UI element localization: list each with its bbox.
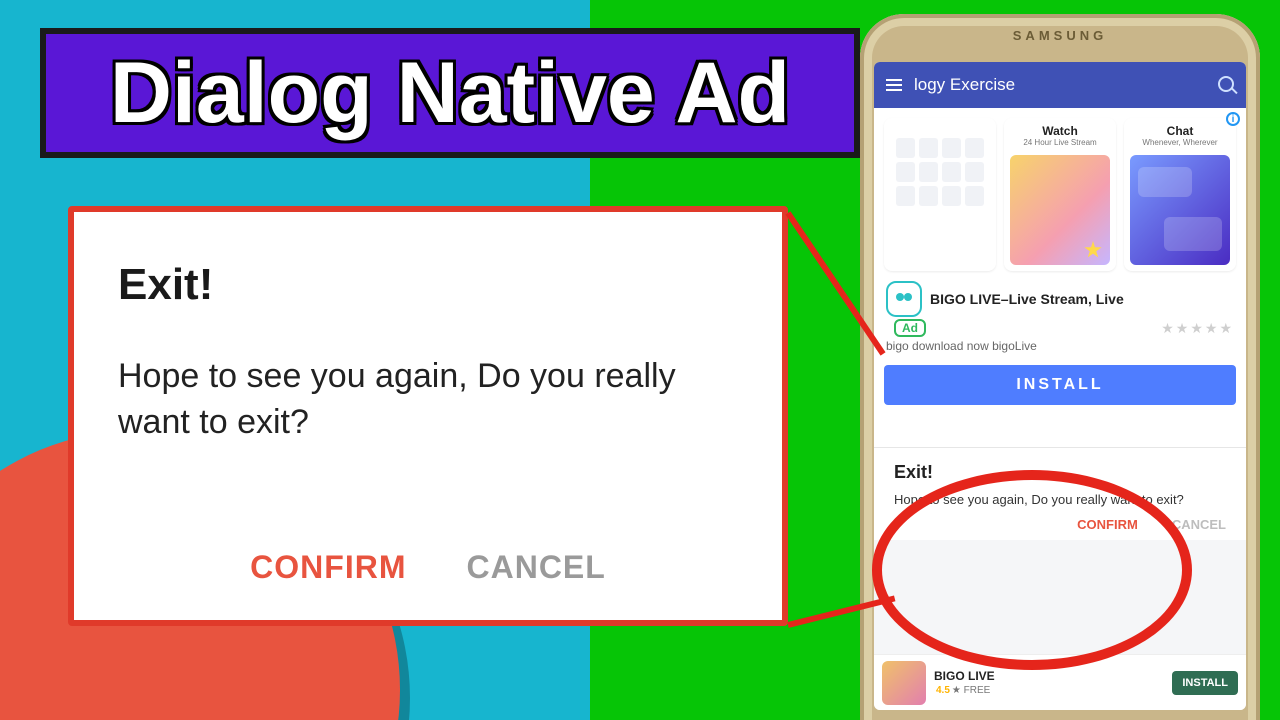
dialog-actions: CONFIRM CANCEL bbox=[118, 549, 738, 592]
title-banner: Dialog Native Ad bbox=[40, 28, 860, 158]
promo-1-art bbox=[890, 132, 990, 242]
bottom-ad-strip[interactable]: BIGO LIVE 4.5★ FREE INSTALL bbox=[874, 654, 1246, 710]
bottom-ad-title: BIGO LIVE bbox=[934, 669, 995, 683]
promo-card-1[interactable] bbox=[884, 118, 996, 271]
ad-title: BIGO LIVE–Live Stream, Live bbox=[930, 291, 1124, 307]
bottom-install-button[interactable]: INSTALL bbox=[1172, 671, 1238, 695]
exit-dialog: Exit! Hope to see you again, Do you real… bbox=[68, 206, 788, 626]
mini-confirm-button[interactable]: CONFIRM bbox=[1077, 517, 1138, 532]
ad-title-row: BIGO LIVE–Live Stream, Live bbox=[874, 271, 1246, 319]
phone-brand: SAMSUNG bbox=[860, 28, 1260, 43]
app-bar: logy Exercise bbox=[874, 62, 1246, 108]
promo-2-header: Watch bbox=[1004, 118, 1116, 138]
mini-dialog-actions: CONFIRM CANCEL bbox=[894, 517, 1230, 532]
mini-cancel-button[interactable]: CANCEL bbox=[1172, 517, 1226, 532]
promo-card-2[interactable]: Watch 24 Hour Live Stream bbox=[1004, 118, 1116, 271]
search-icon[interactable] bbox=[1218, 76, 1234, 92]
promo-card-3[interactable]: Chat Whenever, Wherever bbox=[1124, 118, 1236, 271]
phone-mock: SAMSUNG logy Exercise i bbox=[860, 14, 1260, 720]
ad-meta-row: Ad ★★★★★ bbox=[874, 319, 1246, 339]
promo-1-sub bbox=[884, 124, 996, 128]
title-text: Dialog Native Ad bbox=[110, 44, 790, 143]
bottom-ad-rating: 4.5 bbox=[936, 685, 950, 696]
mini-exit-dialog: Exit! Hope to see you again, Do you real… bbox=[874, 448, 1246, 540]
appbar-title: logy Exercise bbox=[914, 75, 1015, 95]
app-mascot-icon bbox=[886, 281, 922, 317]
menu-icon[interactable] bbox=[886, 84, 902, 86]
ad-carousel: Watch 24 Hour Live Stream Chat Whenever,… bbox=[874, 108, 1246, 271]
promo-3-header: Chat bbox=[1124, 118, 1236, 138]
confirm-button[interactable]: CONFIRM bbox=[250, 549, 406, 586]
bottom-ad-price: FREE bbox=[964, 685, 991, 696]
phone-screen: logy Exercise i bbox=[874, 62, 1246, 710]
promo-2-art bbox=[1010, 155, 1110, 265]
install-button[interactable]: INSTALL bbox=[884, 365, 1236, 405]
promo-3-art bbox=[1130, 155, 1230, 265]
dialog-message: Hope to see you again, Do you really wan… bbox=[118, 354, 738, 446]
promo-2-sub: 24 Hour Live Stream bbox=[1004, 138, 1116, 151]
native-ad: i Watch 24 Hour Live Stream bbox=[874, 108, 1246, 448]
mini-dialog-title: Exit! bbox=[894, 462, 1230, 483]
bottom-ad-thumb bbox=[882, 661, 926, 705]
ad-rating-stars: ★★★★★ bbox=[1161, 320, 1234, 337]
promo-3-sub: Whenever, Wherever bbox=[1124, 138, 1236, 151]
ad-description: bigo download now bigoLive bbox=[874, 339, 1246, 361]
ad-info-icon[interactable]: i bbox=[1226, 112, 1240, 126]
cancel-button[interactable]: CANCEL bbox=[466, 549, 605, 586]
star-icon bbox=[1084, 241, 1102, 259]
bottom-ad-sub: 4.5★ FREE bbox=[934, 685, 995, 696]
mini-dialog-message: Hope to see you again, Do you really wan… bbox=[894, 491, 1230, 509]
dialog-title: Exit! bbox=[118, 260, 738, 310]
ad-badge: Ad bbox=[894, 319, 926, 337]
